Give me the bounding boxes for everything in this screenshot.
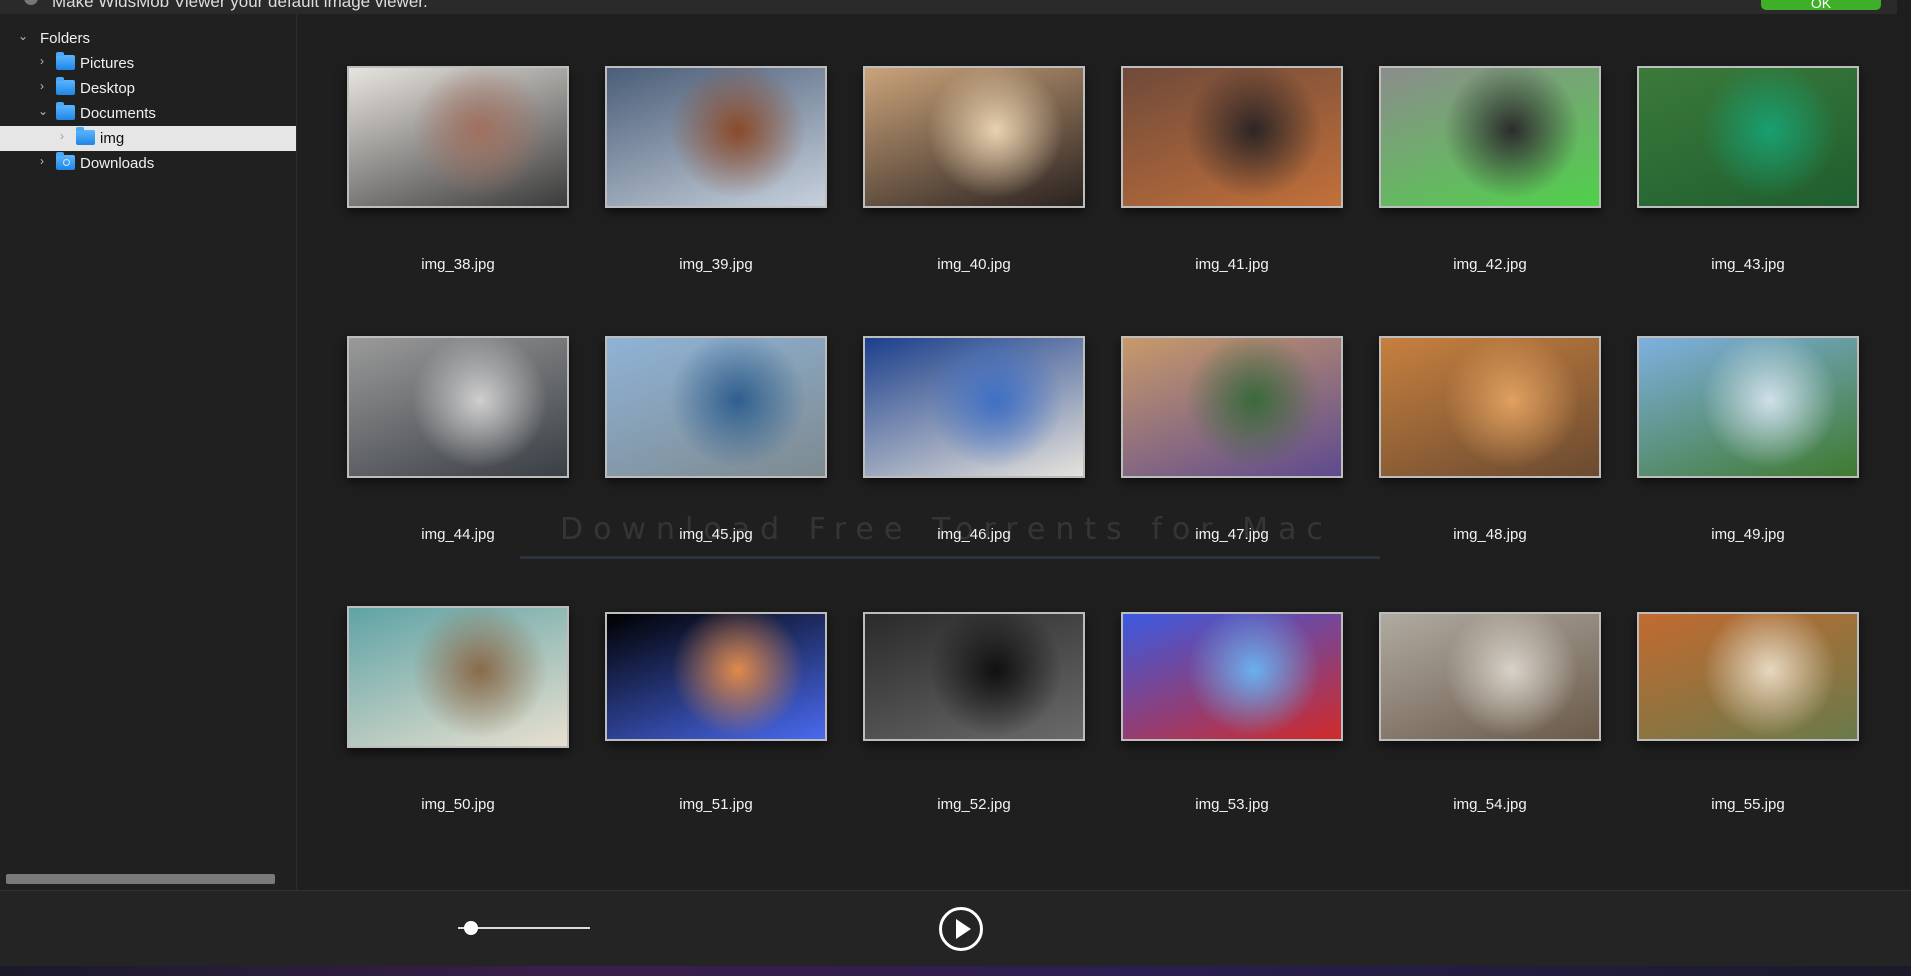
thumbnail-caption: img_38.jpg <box>421 256 495 273</box>
thumbnail-image[interactable] <box>605 612 827 741</box>
thumbnail-image[interactable] <box>1121 336 1343 478</box>
folder-icon <box>56 77 75 95</box>
thumbnail-image[interactable] <box>863 66 1085 208</box>
thumbnail-caption: img_42.jpg <box>1453 256 1527 273</box>
thumbnail-image[interactable] <box>1379 336 1601 478</box>
thumbnail-image[interactable] <box>1637 66 1859 208</box>
thumbnail-image[interactable] <box>1379 66 1601 208</box>
folder-icon <box>56 102 75 120</box>
ok-button[interactable]: OK <box>1761 0 1881 11</box>
thumbnail-grid: img_38.jpg img_39.jpg img_40.jpg img_41.jpg… <box>297 14 1897 890</box>
sidebar-item-label: Desktop <box>80 80 136 97</box>
thumbnail-image[interactable] <box>347 336 569 478</box>
sidebar-horizontal-scrollbar[interactable] <box>6 874 275 884</box>
thumbnail-caption: img_40.jpg <box>937 256 1011 273</box>
watermark-text: Download Free Torrents for Mac <box>560 512 1333 547</box>
zoom-slider-knob[interactable] <box>464 921 479 935</box>
chevron-down-icon[interactable]: ⌄ <box>18 29 28 43</box>
sidebar-item-pictures[interactable]: › Pictures <box>0 51 296 76</box>
chevron-down-icon[interactable]: ⌄ <box>38 104 48 118</box>
chevron-right-icon[interactable]: › <box>40 154 50 168</box>
sidebar-item-label: img <box>100 130 125 147</box>
folder-icon <box>76 127 95 145</box>
watermark-line <box>520 556 1380 559</box>
sidebar-item-label: Downloads <box>80 155 155 172</box>
thumbnail-caption: img_52.jpg <box>937 796 1011 813</box>
dock-strip <box>0 966 1911 976</box>
thumbnail-caption: img_55.jpg <box>1711 796 1785 813</box>
thumbnail-image[interactable] <box>605 66 827 208</box>
thumbnail-image[interactable] <box>347 66 569 208</box>
chevron-right-icon[interactable]: › <box>40 54 50 68</box>
chevron-right-icon[interactable]: › <box>40 79 50 93</box>
sidebar-item-desktop[interactable]: › Desktop <box>0 76 296 101</box>
thumbnail-image[interactable] <box>1121 612 1343 741</box>
thumbnail-caption: img_39.jpg <box>679 256 753 273</box>
bottom-toolbar <box>0 890 1911 967</box>
thumbnail-image[interactable] <box>1379 612 1601 741</box>
downloads-folder-icon <box>56 152 75 170</box>
folder-sidebar: ⌄ Folders › Pictures › Desktop ⌄ Documen… <box>0 14 297 890</box>
default-viewer-notification: Make WidsMob Viewer your default image v… <box>0 0 1897 15</box>
sidebar-item-documents[interactable]: ⌄ Documents <box>0 101 296 126</box>
thumbnail-caption: img_53.jpg <box>1195 796 1269 813</box>
sidebar-root-label: Folders <box>40 30 91 47</box>
thumbnail-image[interactable] <box>1637 336 1859 478</box>
thumbnail-caption: img_51.jpg <box>679 796 753 813</box>
thumbnail-caption: img_44.jpg <box>421 526 495 543</box>
sidebar-item-downloads[interactable]: › Downloads <box>0 151 296 176</box>
thumbnail-caption: img_50.jpg <box>421 796 495 813</box>
play-icon[interactable] <box>939 907 983 951</box>
thumbnail-image[interactable] <box>1121 66 1343 208</box>
info-icon <box>24 0 38 5</box>
thumbnail-image[interactable] <box>605 336 827 478</box>
thumbnail-caption: img_48.jpg <box>1453 526 1527 543</box>
thumbnail-image[interactable] <box>863 336 1085 478</box>
sidebar-item-label: Pictures <box>80 55 135 72</box>
folder-icon <box>56 52 75 70</box>
thumbnail-caption: img_54.jpg <box>1453 796 1527 813</box>
thumbnail-image[interactable] <box>863 612 1085 741</box>
thumbnail-caption: img_49.jpg <box>1711 526 1785 543</box>
notification-message: Make WidsMob Viewer your default image v… <box>52 0 428 11</box>
thumbnail-caption: img_43.jpg <box>1711 256 1785 273</box>
thumbnail-image[interactable] <box>347 606 569 748</box>
sidebar-item-label: Documents <box>80 105 156 122</box>
thumbnail-caption: img_41.jpg <box>1195 256 1269 273</box>
chevron-right-icon[interactable]: › <box>60 129 70 143</box>
sidebar-item-img[interactable]: › img <box>0 126 296 151</box>
thumbnail-image[interactable] <box>1637 612 1859 741</box>
sidebar-root-folders[interactable]: ⌄ Folders <box>0 26 296 51</box>
